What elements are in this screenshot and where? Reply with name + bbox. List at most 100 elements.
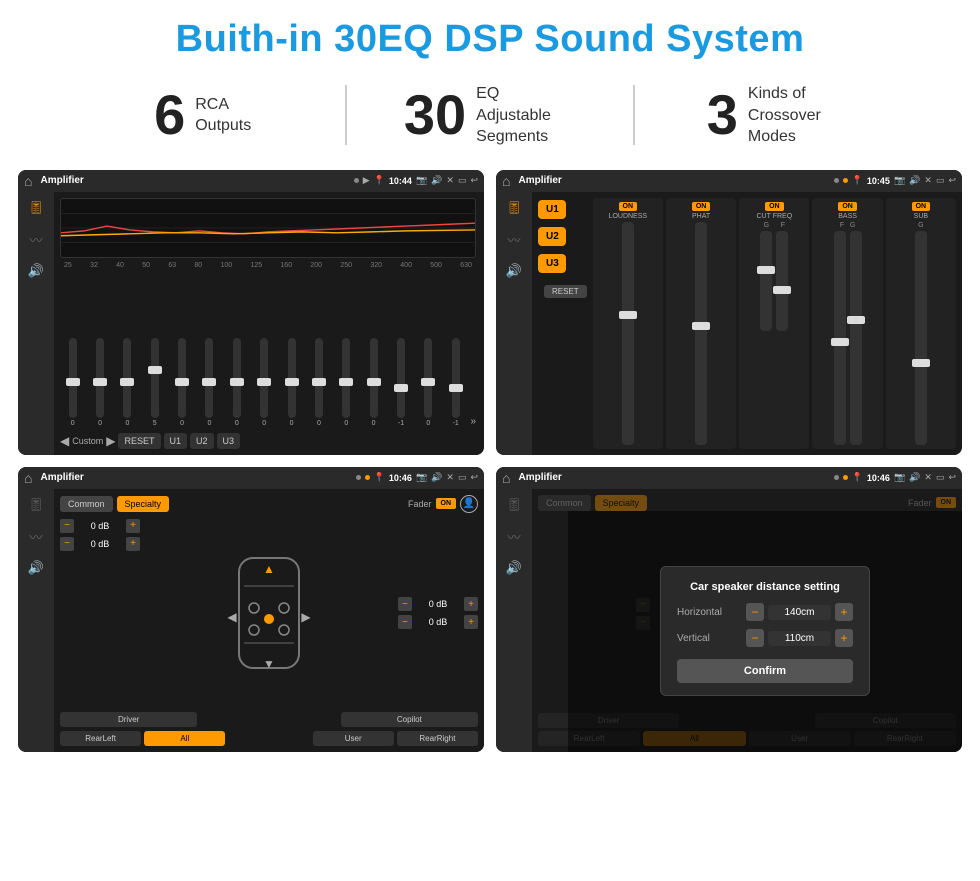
eq-freq-630: 630 — [460, 262, 472, 269]
fader-time: 10:46 — [389, 473, 412, 483]
fader-copilot-btn[interactable]: Copilot — [341, 712, 478, 727]
eq-time: 10:44 — [389, 176, 412, 186]
fader-screen-card: ⌂ Amplifier 📍 10:46 📷 🔊 ✕ ▭ ↩ 🎚 〰 🔊 Comm… — [18, 467, 484, 752]
cutfreq-slider-f[interactable] — [776, 231, 788, 331]
eq-slider-2: 0 — [87, 338, 112, 427]
fader-val-4: 0 dB — [415, 617, 461, 627]
fader-user-btn[interactable]: User — [313, 731, 394, 746]
eq-sidebar-wave-icon[interactable]: 〰 — [29, 230, 42, 249]
crossover-vol-icon: 🔊 — [909, 175, 920, 186]
fader-minus-2[interactable]: − — [60, 537, 74, 551]
eq-freq-63: 63 — [168, 262, 176, 269]
eq-sidebar-speaker-icon[interactable]: 🔊 — [28, 263, 44, 279]
dialog-title-text: Car speaker distance setting — [677, 581, 853, 593]
fader-rearright-btn[interactable]: RearRight — [397, 731, 478, 746]
bass-slider-g[interactable] — [850, 231, 862, 445]
dialog-vertical-minus[interactable]: − — [746, 629, 764, 647]
crossover-sidebar-speaker-icon[interactable]: 🔊 — [506, 263, 522, 279]
fader-screen-body: 🎚 〰 🔊 Common Specialty Fader ON 👤 − 0 — [18, 489, 484, 752]
eq-slider-4: 5 — [142, 338, 167, 427]
crossover-home-icon[interactable]: ⌂ — [502, 173, 510, 189]
crossover-reset-btn[interactable]: RESET — [544, 285, 587, 298]
eq-expand-icon[interactable]: » — [470, 416, 476, 427]
crossover-panel-bass: ON BASS F G — [812, 198, 882, 449]
fader-plus-3[interactable]: + — [464, 597, 478, 611]
loudness-slider[interactable] — [622, 222, 634, 445]
fader-profile-icon[interactable]: 👤 — [460, 495, 478, 513]
eq-camera-icon: 📷 — [416, 175, 427, 186]
dialog-sidebar-speaker-icon[interactable]: 🔊 — [506, 560, 522, 576]
dialog-confirm-button[interactable]: Confirm — [677, 659, 853, 683]
dialog-vertical-plus[interactable]: + — [835, 629, 853, 647]
crossover-back-icon: ↩ — [948, 175, 956, 186]
crossover-screen-card: ⌂ Amplifier 📍 10:45 📷 🔊 ✕ ▭ ↩ 🎚 〰 🔊 U1 U… — [496, 170, 962, 455]
cutfreq-toggle[interactable]: ON — [765, 202, 784, 211]
cutfreq-slider-g[interactable] — [760, 231, 772, 331]
fader-sidebar-eq-icon[interactable]: 🎚 — [28, 497, 45, 513]
eq-home-icon[interactable]: ⌂ — [24, 173, 32, 189]
fader-specialty-tab[interactable]: Specialty — [117, 496, 170, 512]
crossover-panel-phat: ON PHAT — [666, 198, 736, 449]
eq-freq-50: 50 — [142, 262, 150, 269]
dialog-home-icon[interactable]: ⌂ — [502, 470, 510, 486]
fader-driver-btn[interactable]: Driver — [60, 712, 197, 727]
fader-sidebar-wave-icon[interactable]: 〰 — [29, 527, 42, 546]
fader-rearleft-btn[interactable]: RearLeft — [60, 731, 141, 746]
page-title: Buith-in 30EQ DSP Sound System — [0, 0, 980, 75]
phat-toggle[interactable]: ON — [692, 202, 711, 211]
fader-minus-3[interactable]: − — [398, 597, 412, 611]
crossover-sidebar-wave-icon[interactable]: 〰 — [507, 230, 520, 249]
dialog-sidebar-wave-icon[interactable]: 〰 — [507, 527, 520, 546]
eq-next-btn[interactable]: ▶ — [106, 434, 115, 448]
eq-u3-btn[interactable]: U3 — [217, 433, 241, 449]
eq-prev-btn[interactable]: ◀ — [60, 434, 69, 448]
eq-content: 25 32 40 50 63 80 100 125 160 200 250 32… — [54, 192, 484, 455]
fader-sidebar-speaker-icon[interactable]: 🔊 — [28, 560, 44, 576]
eq-status-dot1 — [354, 178, 359, 183]
eq-sidebar-eq-icon[interactable]: 🎚 — [28, 200, 45, 216]
dialog-horizontal-plus[interactable]: + — [835, 603, 853, 621]
fader-toggle[interactable]: ON — [436, 498, 457, 509]
fader-bottom-buttons: Driver Copilot — [60, 712, 478, 727]
sub-slider[interactable] — [915, 231, 927, 445]
eq-reset-btn[interactable]: RESET — [118, 433, 160, 449]
fader-common-tab[interactable]: Common — [60, 496, 113, 512]
speaker-distance-dialog: Car speaker distance setting Horizontal … — [660, 566, 870, 696]
fader-plus-4[interactable]: + — [464, 615, 478, 629]
eq-slider-14: 0 — [416, 338, 441, 427]
crossover-time: 10:45 — [867, 176, 890, 186]
eq-freq-160: 160 — [280, 262, 292, 269]
loudness-label: LOUDNESS — [609, 213, 648, 220]
bass-slider-f[interactable] — [834, 231, 846, 445]
eq-freq-40: 40 — [116, 262, 124, 269]
stat-eq-number: 30 — [404, 87, 466, 143]
fader-minus-4[interactable]: − — [398, 615, 412, 629]
eq-freq-400: 400 — [400, 262, 412, 269]
dialog-window-icon: ▭ — [936, 472, 945, 483]
fader-plus-1[interactable]: + — [126, 519, 140, 533]
eq-slider-9: 0 — [279, 338, 304, 427]
dialog-sidebar-eq-icon[interactable]: 🎚 — [506, 497, 523, 513]
bass-toggle[interactable]: ON — [838, 202, 857, 211]
crossover-sidebar-eq-icon[interactable]: 🎚 — [506, 200, 523, 216]
dialog-status-dot2 — [843, 475, 848, 480]
phat-slider[interactable] — [695, 222, 707, 445]
eq-graph — [60, 198, 476, 258]
fader-plus-2[interactable]: + — [126, 537, 140, 551]
dialog-horizontal-minus[interactable]: − — [746, 603, 764, 621]
eq-u1-btn[interactable]: U1 — [164, 433, 188, 449]
crossover-u1-btn[interactable]: U1 — [538, 200, 566, 219]
fader-home-icon[interactable]: ⌂ — [24, 470, 32, 486]
sub-toggle[interactable]: ON — [912, 202, 931, 211]
dialog-camera-icon: 📷 — [894, 472, 905, 483]
crossover-u2-btn[interactable]: U2 — [538, 227, 566, 246]
eq-u2-btn[interactable]: U2 — [190, 433, 214, 449]
fader-all-btn[interactable]: All — [144, 731, 225, 746]
fader-main: − 0 dB + − 0 dB + — [60, 519, 478, 708]
fader-controls-left: − 0 dB + − 0 dB + — [60, 519, 140, 708]
eq-slider-6: 0 — [197, 338, 222, 427]
loudness-toggle[interactable]: ON — [619, 202, 638, 211]
crossover-u3-btn[interactable]: U3 — [538, 254, 566, 273]
fader-minus-1[interactable]: − — [60, 519, 74, 533]
speaker-distance-dialog-overlay: Car speaker distance setting Horizontal … — [568, 511, 962, 752]
